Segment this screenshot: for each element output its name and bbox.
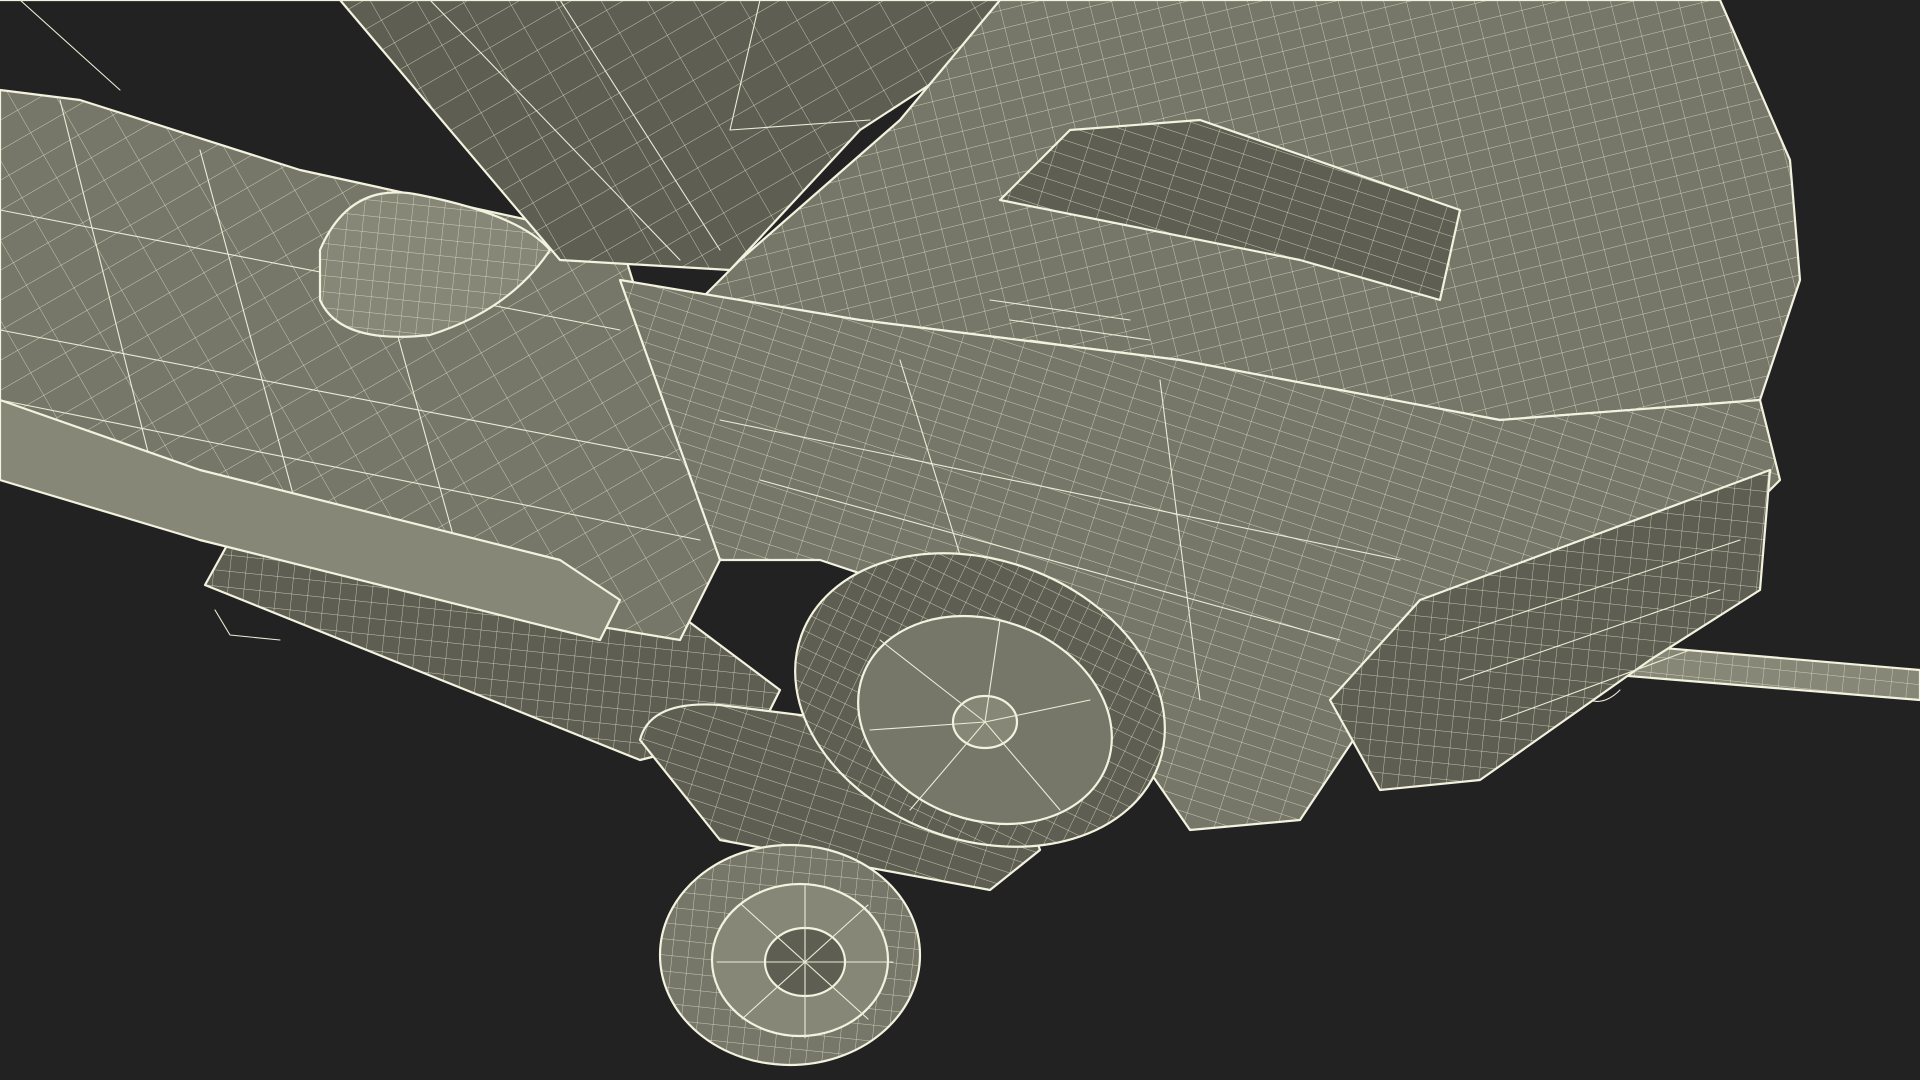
- wireframe-scene: [0, 0, 1920, 1067]
- render-viewport: [0, 0, 1920, 1080]
